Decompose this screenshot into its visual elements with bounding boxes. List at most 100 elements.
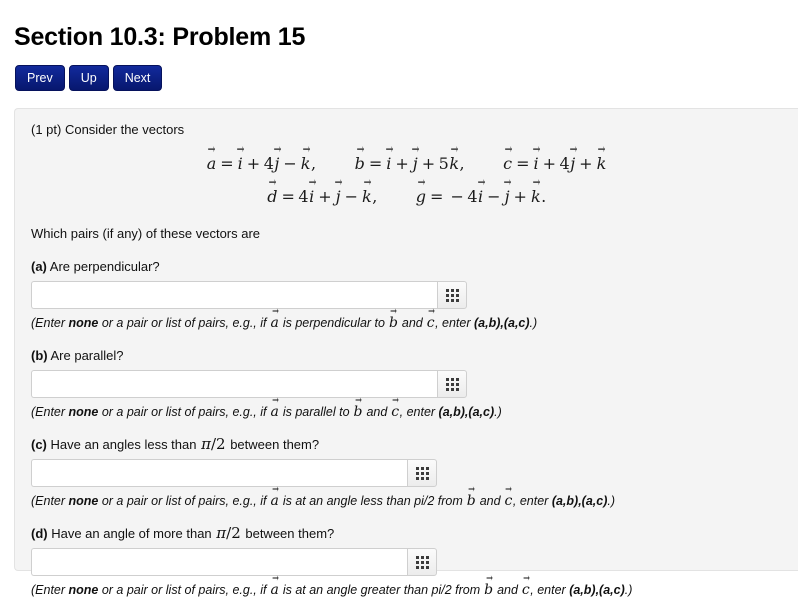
hint-none-keyword: none bbox=[68, 316, 99, 330]
pi-over-two-expression: π/2 bbox=[216, 524, 241, 542]
answer-input-c[interactable] bbox=[31, 459, 407, 487]
grid-3x3-icon bbox=[415, 466, 429, 480]
question-text-after-pi: between them? bbox=[226, 437, 320, 452]
question-section-d: (d) Have an angle of more than π/2 betwe… bbox=[31, 525, 782, 598]
hint-vector-c-glyph: c bbox=[521, 582, 530, 598]
hint-vector-b-glyph: b bbox=[466, 493, 476, 509]
hint-conjunction: and bbox=[493, 583, 522, 597]
problem-navigation: Prev Up Next bbox=[15, 65, 798, 91]
hint-vector-c: c bbox=[521, 582, 530, 598]
hint-vector-a: a bbox=[270, 582, 279, 598]
unit-vector-j: j bbox=[504, 187, 510, 207]
unit-vector-i: i bbox=[478, 187, 484, 207]
vector-symbol-b: b bbox=[354, 154, 365, 174]
punctuation: , bbox=[310, 154, 317, 173]
unit-vector-j: j bbox=[412, 154, 418, 174]
calculator-button-d[interactable] bbox=[407, 548, 437, 576]
question-text-before-pi: Have an angles less than bbox=[46, 437, 201, 452]
answer-input-b[interactable] bbox=[31, 370, 437, 398]
vector-equation-c: c=i+4j+k bbox=[503, 154, 607, 174]
which-pairs-line: Which pairs (if any) of these vectors ar… bbox=[31, 226, 261, 241]
hint-suffix: .) bbox=[607, 494, 616, 508]
hint-none-keyword: none bbox=[68, 583, 99, 597]
grid-3x3-icon bbox=[445, 377, 459, 391]
coefficient: 4 bbox=[467, 187, 478, 206]
equals-sign: = bbox=[220, 154, 234, 173]
calculator-button-a[interactable] bbox=[437, 281, 467, 309]
up-button[interactable]: Up bbox=[68, 65, 109, 91]
operator: + bbox=[246, 154, 261, 173]
operator: − bbox=[450, 187, 464, 206]
hint-conjunction: and bbox=[398, 316, 427, 330]
question-section-a: (a) Are perpendicular? (Enter none or a p… bbox=[31, 258, 782, 331]
questions-container: (a) Are perpendicular? (Enter none or a p… bbox=[31, 258, 782, 598]
answer-input-d[interactable] bbox=[31, 548, 407, 576]
operator: + bbox=[421, 154, 436, 173]
unit-vector-i: i bbox=[533, 154, 539, 174]
hint-relation: is perpendicular to bbox=[279, 316, 389, 330]
prev-button[interactable]: Prev bbox=[15, 65, 65, 91]
hint-vector-b-glyph: b bbox=[484, 582, 494, 598]
hint-conjunction: and bbox=[476, 494, 505, 508]
coefficient: 5 bbox=[438, 154, 449, 173]
unit-vector-j: j bbox=[335, 187, 341, 207]
equation-row-2: d=4i+j−k,g=−4i−j+k. bbox=[31, 187, 782, 207]
answer-input-a[interactable] bbox=[31, 281, 437, 309]
answer-hint-c: (Enter none or a pair or list of pairs, … bbox=[31, 493, 782, 509]
calculator-button-c[interactable] bbox=[407, 459, 437, 487]
hint-vector-a-glyph: a bbox=[270, 315, 279, 331]
hint-vector-b-glyph: b bbox=[353, 404, 363, 420]
unit-vector-k: k bbox=[596, 154, 607, 174]
coefficient: 4 bbox=[298, 187, 309, 206]
hint-prefix: (Enter bbox=[31, 583, 69, 597]
hint-vector-a: a bbox=[270, 493, 279, 509]
hint-none-keyword: none bbox=[68, 405, 99, 419]
vector-definitions: a=i+4j−k,b=i+j+5k,c=i+4j+k d=4i+j−k,g=−4… bbox=[31, 154, 782, 207]
operator: + bbox=[395, 154, 409, 173]
pi-over-two-expression: π/2 bbox=[201, 435, 226, 453]
punctuation: . bbox=[541, 187, 547, 206]
hint-vector-c: c bbox=[504, 493, 513, 509]
question-section-b: (b) Are parallel? (Enter none or a pair o… bbox=[31, 347, 782, 420]
hint-none-keyword: none bbox=[68, 494, 99, 508]
grid-3x3-icon bbox=[445, 288, 459, 302]
question-tag-c: (c) bbox=[31, 437, 47, 452]
next-button[interactable]: Next bbox=[112, 65, 163, 91]
hint-enter: , enter bbox=[399, 405, 439, 419]
hint-vector-a-glyph: a bbox=[270, 404, 279, 420]
points-line: (1 pt) Consider the vectors bbox=[31, 122, 185, 137]
hint-suffix: .) bbox=[494, 405, 502, 419]
answer-hint-a: (Enter none or a pair or list of pairs, … bbox=[31, 315, 782, 331]
grid-3x3-icon bbox=[415, 555, 429, 569]
vector-symbol-a: a bbox=[206, 154, 217, 174]
question-text: Are parallel? bbox=[47, 348, 124, 363]
coefficient: 4 bbox=[263, 154, 274, 173]
hint-vector-b: b bbox=[466, 493, 476, 509]
problem-panel: (1 pt) Consider the vectors a=i+4j−k,b=i… bbox=[14, 108, 798, 598]
answer-hint-b: (Enter none or a pair or list of pairs, … bbox=[31, 404, 782, 420]
hint-middle: or a pair or list of pairs, e.g., if bbox=[98, 583, 270, 597]
page-title: Section 10.3: Problem 15 bbox=[14, 23, 306, 51]
coefficient: 4 bbox=[559, 154, 570, 173]
calculator-button-b[interactable] bbox=[437, 370, 467, 398]
hint-middle: or a pair or list of pairs, e.g., if bbox=[98, 405, 270, 419]
answer-row-d bbox=[31, 548, 782, 576]
hint-vector-c-glyph: c bbox=[504, 493, 513, 509]
hint-example-answer: (a,b),(a,c) bbox=[438, 405, 495, 419]
operator: + bbox=[513, 187, 527, 206]
hint-example-answer: (a,b),(a,c) bbox=[569, 583, 625, 597]
hint-relation: is parallel to bbox=[279, 405, 353, 419]
hint-vector-b-glyph: b bbox=[388, 315, 398, 331]
hint-vector-c-glyph: c bbox=[426, 315, 435, 331]
equals-sign: = bbox=[430, 187, 444, 206]
answer-row-b bbox=[31, 370, 782, 398]
answer-row-c bbox=[31, 459, 782, 487]
question-tag-b: (b) bbox=[31, 348, 48, 363]
hint-vector-a: a bbox=[270, 404, 279, 420]
equals-sign: = bbox=[516, 154, 530, 173]
hint-vector-a-glyph: a bbox=[270, 493, 279, 509]
question-label-a: (a) Are perpendicular? bbox=[31, 258, 782, 275]
hint-relation: is at an angle greater than pi/2 from bbox=[279, 583, 484, 597]
equation-row-1: a=i+4j−k,b=i+j+5k,c=i+4j+k bbox=[31, 154, 782, 174]
vector-equation-d: d=4i+j−k, bbox=[267, 187, 377, 207]
